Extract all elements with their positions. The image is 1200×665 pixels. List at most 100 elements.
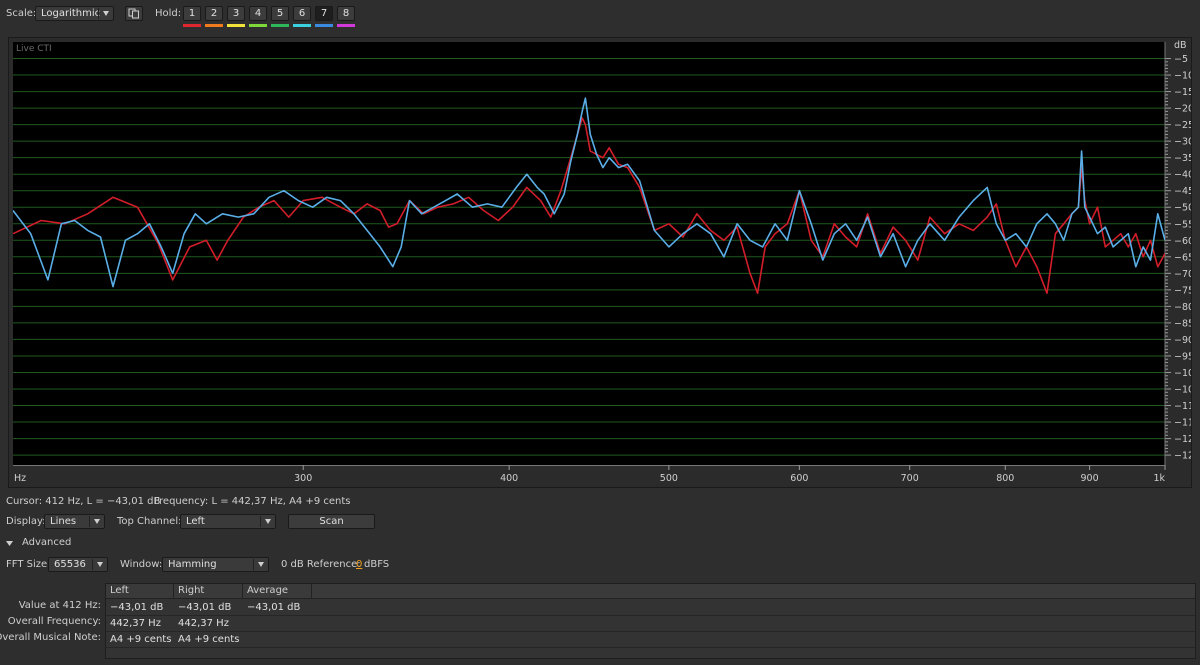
y-tick-label: −30 bbox=[1174, 137, 1191, 148]
table-cell: −43,01 dB bbox=[247, 602, 301, 613]
y-tick-label: −70 bbox=[1174, 269, 1191, 280]
top-channel-dropdown[interactable]: Left bbox=[180, 514, 276, 529]
hold-label: Hold: bbox=[155, 8, 182, 19]
y-tick-label: −5 bbox=[1174, 54, 1188, 65]
hold-button-8[interactable]: 8 bbox=[337, 6, 355, 21]
hold-color-swatch bbox=[315, 24, 333, 27]
hold-color-swatch bbox=[271, 24, 289, 27]
y-tick-label: −105 bbox=[1174, 384, 1191, 395]
y-tick-label: −60 bbox=[1174, 236, 1191, 247]
advanced-toggle[interactable]: Advanced bbox=[6, 536, 96, 550]
hold-color-swatch bbox=[249, 24, 267, 27]
dropdown-separator bbox=[260, 516, 261, 527]
hold-color-swatch bbox=[227, 24, 245, 27]
y-tick-label: −45 bbox=[1174, 186, 1191, 197]
y-tick-label: −15 bbox=[1174, 87, 1191, 98]
hold-button-1[interactable]: 1 bbox=[183, 6, 201, 21]
results-table: Left Right Average −43,01 dB −43,01 dB −… bbox=[105, 583, 1196, 659]
column-header-right[interactable]: Right bbox=[174, 584, 243, 599]
y-tick-label: −100 bbox=[1174, 368, 1191, 379]
x-unit-label: Hz bbox=[14, 473, 26, 484]
hold-button-4[interactable]: 4 bbox=[249, 6, 267, 21]
hold-button-5[interactable]: 5 bbox=[271, 6, 289, 21]
reference-label: 0 dB Reference: bbox=[281, 559, 361, 570]
window-dropdown[interactable]: Hamming bbox=[162, 557, 269, 572]
fft-size-dropdown[interactable]: 65536 bbox=[48, 557, 108, 572]
scan-button[interactable]: Scan bbox=[288, 514, 375, 529]
chevron-down-icon bbox=[103, 11, 109, 16]
display-label: Display: bbox=[6, 516, 46, 527]
top-channel-value: Left bbox=[186, 516, 205, 527]
y-tick-label: −80 bbox=[1174, 302, 1191, 313]
table-cell: A4 +9 cents bbox=[178, 634, 240, 645]
display-dropdown[interactable]: Lines bbox=[44, 514, 105, 529]
table-cell: −43,01 dB bbox=[110, 602, 164, 613]
fft-size-value: 65536 bbox=[54, 559, 86, 570]
window-label: Window: bbox=[120, 559, 163, 570]
chevron-down-icon bbox=[94, 519, 100, 524]
dropdown-separator bbox=[89, 516, 90, 527]
x-tick-label: 500 bbox=[660, 473, 678, 484]
y-tick-label: −10 bbox=[1174, 71, 1191, 82]
hold-button-6[interactable]: 6 bbox=[293, 6, 311, 21]
x-tick-label: 600 bbox=[790, 473, 808, 484]
hold-color-swatch bbox=[205, 24, 223, 27]
row-label-value: Value at 412 Hz: bbox=[18, 600, 101, 611]
advanced-label: Advanced bbox=[22, 537, 72, 548]
y-tick-label: −125 bbox=[1174, 451, 1191, 462]
row-label-note: Overall Musical Note: bbox=[0, 632, 101, 643]
y-tick-label: −20 bbox=[1174, 104, 1191, 115]
y-tick-label: −85 bbox=[1174, 318, 1191, 329]
x-tick-label: 900 bbox=[1081, 473, 1099, 484]
table-row bbox=[106, 632, 1195, 648]
y-tick-label: −40 bbox=[1174, 170, 1191, 181]
cursor-readout: Cursor: 412 Hz, L = −43,01 dB bbox=[6, 496, 161, 507]
column-header-left[interactable]: Left bbox=[106, 584, 174, 599]
reference-value[interactable]: 0 bbox=[356, 558, 362, 572]
hold-color-swatch bbox=[337, 24, 355, 27]
y-tick-label: −25 bbox=[1174, 120, 1191, 131]
y-unit-label: dB bbox=[1174, 40, 1187, 51]
scale-value: Logarithmic bbox=[41, 8, 101, 19]
hold-button-3[interactable]: 3 bbox=[227, 6, 245, 21]
triangle-down-icon bbox=[6, 541, 13, 546]
scale-dropdown[interactable]: Logarithmic bbox=[35, 6, 114, 21]
hold-color-swatch bbox=[293, 24, 311, 27]
y-tick-label: −55 bbox=[1174, 219, 1191, 230]
fft-size-label: FFT Size: bbox=[6, 559, 51, 570]
scale-label: Scale: bbox=[6, 8, 37, 19]
y-tick-label: −115 bbox=[1174, 418, 1191, 429]
table-cell: 442,37 Hz bbox=[110, 618, 161, 629]
chevron-down-icon bbox=[265, 519, 271, 524]
hold-button-2[interactable]: 2 bbox=[205, 6, 223, 21]
live-cti-label: Live CTI bbox=[16, 44, 52, 54]
dropdown-separator bbox=[92, 559, 93, 570]
chevron-down-icon bbox=[258, 562, 264, 567]
copy-button[interactable] bbox=[125, 6, 143, 21]
dropdown-separator bbox=[98, 8, 99, 19]
x-tick-label: 300 bbox=[294, 473, 312, 484]
display-value: Lines bbox=[50, 516, 77, 527]
dropdown-separator bbox=[253, 559, 254, 570]
table-cell: 442,37 Hz bbox=[178, 618, 229, 629]
y-tick-label: −35 bbox=[1174, 153, 1191, 164]
y-tick-label: −50 bbox=[1174, 203, 1191, 214]
hold-button-7[interactable]: 7 bbox=[315, 6, 333, 21]
y-tick-label: −120 bbox=[1174, 434, 1191, 445]
x-axis-band bbox=[13, 465, 1165, 483]
spectrum-chart[interactable]: −5 −10 −15 −20 −25 −30 −35 −40 −45 −50 −55 −60 −65 −7… bbox=[9, 38, 1200, 487]
column-header-average[interactable]: Average bbox=[243, 584, 312, 599]
y-tick-label: −95 bbox=[1174, 351, 1191, 362]
x-tick-label: 800 bbox=[996, 473, 1014, 484]
window-value: Hamming bbox=[168, 559, 217, 570]
y-tick-label: −90 bbox=[1174, 335, 1191, 346]
y-tick-label: −110 bbox=[1174, 401, 1191, 412]
x-tick-label: 1k bbox=[1153, 473, 1165, 484]
reference-unit: dBFS bbox=[364, 559, 390, 570]
x-tick-label: 400 bbox=[500, 473, 518, 484]
spectrum-plot[interactable]: −5 −10 −15 −20 −25 −30 −35 −40 −45 −50 −55 −60 −65 −7… bbox=[8, 37, 1200, 488]
table-row bbox=[106, 616, 1195, 632]
copy-icon bbox=[128, 8, 139, 19]
row-label-frequency: Overall Frequency: bbox=[7, 616, 101, 627]
hold-color-swatch bbox=[183, 24, 201, 27]
